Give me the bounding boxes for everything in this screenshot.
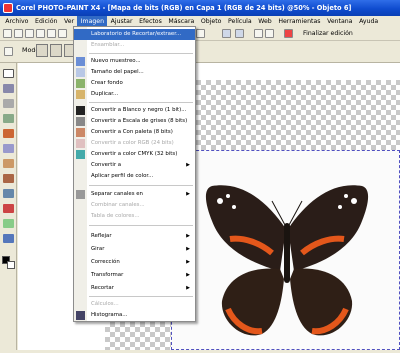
menu-herramientas[interactable]: Herramientas bbox=[275, 16, 324, 27]
zoom-tool-icon[interactable] bbox=[3, 114, 14, 123]
window-title: Corel PHOTO-PAINT X4 - [Mapa de bits (RG… bbox=[16, 4, 352, 12]
crop-tool-icon[interactable] bbox=[3, 99, 14, 108]
menu-item-separar-canales[interactable]: Separar canales en ▶ bbox=[74, 189, 195, 200]
toolbox bbox=[0, 63, 17, 350]
shape-icon[interactable] bbox=[3, 234, 14, 243]
background-icon bbox=[76, 79, 85, 88]
view-mode2-icon[interactable] bbox=[235, 29, 244, 38]
mode-button-1[interactable] bbox=[36, 44, 48, 57]
menu-item-duplicar[interactable]: Duplicar... bbox=[74, 89, 195, 100]
app-icon bbox=[3, 3, 13, 13]
title-bar: Corel PHOTO-PAINT X4 - [Mapa de bits (RG… bbox=[0, 0, 400, 16]
menu-item-convertir-a[interactable]: Convertir a ▶ bbox=[74, 160, 195, 171]
menu-separator bbox=[89, 185, 193, 186]
paper-size-icon bbox=[76, 68, 85, 77]
eraser-icon[interactable] bbox=[3, 144, 14, 153]
menu-objeto[interactable]: Objeto bbox=[198, 16, 225, 27]
zoom-icon[interactable] bbox=[196, 29, 205, 38]
menu-item-laboratorio[interactable]: Laboratorio de Recortar/extraer... bbox=[74, 29, 195, 40]
cmyk-icon bbox=[76, 150, 85, 159]
submenu-arrow-icon: ▶ bbox=[186, 285, 190, 291]
copy-icon[interactable] bbox=[58, 29, 67, 38]
cut-icon[interactable] bbox=[47, 29, 56, 38]
menu-separator bbox=[89, 296, 193, 297]
menu-item-cmyk[interactable]: Convertir a color CMYK (32 bits) bbox=[74, 149, 195, 160]
menu-item-perfil-color[interactable]: Aplicar perfil de color... bbox=[74, 171, 195, 182]
palette-icon bbox=[76, 128, 85, 137]
submenu-arrow-icon: ▶ bbox=[186, 246, 190, 252]
save-icon[interactable] bbox=[25, 29, 34, 38]
menu-separator bbox=[89, 102, 193, 103]
resample-icon bbox=[76, 57, 85, 66]
crop-lab-icon bbox=[76, 30, 85, 39]
mask-tool-icon[interactable] bbox=[3, 84, 14, 93]
menu-separator bbox=[89, 225, 193, 226]
color-picker-icon[interactable] bbox=[284, 29, 293, 38]
submenu-arrow-icon: ▶ bbox=[186, 191, 190, 197]
finish-editing-button[interactable]: Finalizar edición bbox=[303, 27, 353, 41]
mask-edit-icon[interactable] bbox=[265, 29, 274, 38]
imagen-dropdown-menu: Laboratorio de Recortar/extraer... Ensam… bbox=[73, 26, 196, 322]
butterfly-image bbox=[205, 185, 369, 336]
butterfly-object[interactable] bbox=[171, 150, 400, 350]
menu-item-reflejar[interactable]: Reflejar ▶ bbox=[74, 231, 195, 242]
rgb-icon bbox=[76, 139, 85, 148]
menu-ventana[interactable]: Ventana bbox=[324, 16, 356, 27]
mask-icon[interactable] bbox=[254, 29, 263, 38]
menu-item-calculos[interactable]: Cálculos... bbox=[74, 299, 195, 310]
submenu-arrow-icon: ▶ bbox=[186, 233, 190, 239]
histogram-icon bbox=[76, 311, 85, 320]
menu-item-transformar[interactable]: Transformar ▶ bbox=[74, 270, 195, 281]
menu-item-correccion[interactable]: Corrección ▶ bbox=[74, 257, 195, 268]
duplicate-icon bbox=[76, 90, 85, 99]
menu-item-blanco-negro[interactable]: Convertir a Blanco y negro (1 bit)... bbox=[74, 105, 195, 116]
menu-item-recortar[interactable]: Recortar ▶ bbox=[74, 283, 195, 294]
pick-tool-icon[interactable] bbox=[4, 47, 13, 56]
open-file-icon[interactable] bbox=[14, 29, 23, 38]
submenu-arrow-icon: ▶ bbox=[186, 272, 190, 278]
submenu-arrow-icon: ▶ bbox=[186, 162, 190, 168]
menu-edicion[interactable]: Edición bbox=[32, 16, 61, 27]
fill-icon[interactable] bbox=[3, 219, 14, 228]
submenu-arrow-icon: ▶ bbox=[186, 259, 190, 265]
menu-bar: Archivo Edición Ver Imagen Ajustar Efect… bbox=[0, 16, 400, 27]
view-mode-icon[interactable] bbox=[222, 29, 231, 38]
new-file-icon[interactable] bbox=[3, 29, 12, 38]
effect-icon[interactable] bbox=[3, 204, 14, 213]
menu-pelicula[interactable]: Película bbox=[225, 16, 255, 27]
paint-icon[interactable] bbox=[3, 189, 14, 198]
menu-item-tamano-papel[interactable]: Tamaño del papel... bbox=[74, 67, 195, 78]
menu-item-nuevo-muestreo[interactable]: Nuevo muestreo... bbox=[74, 56, 195, 67]
mode-button-2[interactable] bbox=[50, 44, 62, 57]
menu-item-crear-fondo[interactable]: Crear fondo bbox=[74, 78, 195, 89]
menu-item-con-paleta[interactable]: Convertir a Con paleta (8 bits) bbox=[74, 127, 195, 138]
menu-item-rgb[interactable]: Convertir a color RGB (24 bits) bbox=[74, 138, 195, 149]
menu-item-girar[interactable]: Girar ▶ bbox=[74, 244, 195, 255]
background-color-swatch[interactable] bbox=[7, 261, 15, 269]
menu-item-combinar-canales[interactable]: Combinar canales... bbox=[74, 200, 195, 211]
menu-archivo[interactable]: Archivo bbox=[2, 16, 32, 27]
red-eye-icon[interactable] bbox=[3, 159, 14, 168]
grayscale-icon bbox=[76, 117, 85, 126]
menu-separator bbox=[89, 53, 193, 54]
menu-item-histograma[interactable]: Histograma... bbox=[74, 310, 195, 321]
split-channels-icon bbox=[76, 190, 85, 199]
menu-item-ensamblar[interactable]: Ensamblar... bbox=[74, 40, 195, 51]
bw-icon bbox=[76, 106, 85, 115]
clone-icon[interactable] bbox=[3, 174, 14, 183]
menu-ayuda[interactable]: Ayuda bbox=[356, 16, 382, 27]
eyedropper-icon[interactable] bbox=[3, 129, 14, 138]
print-icon[interactable] bbox=[36, 29, 45, 38]
arrow-tool-icon[interactable] bbox=[3, 69, 14, 78]
menu-item-tabla-colores[interactable]: Tabla de colores... bbox=[74, 211, 195, 222]
menu-web[interactable]: Web bbox=[255, 16, 275, 27]
menu-item-escala-grises[interactable]: Convertir a Escala de grises (8 bits) bbox=[74, 116, 195, 127]
